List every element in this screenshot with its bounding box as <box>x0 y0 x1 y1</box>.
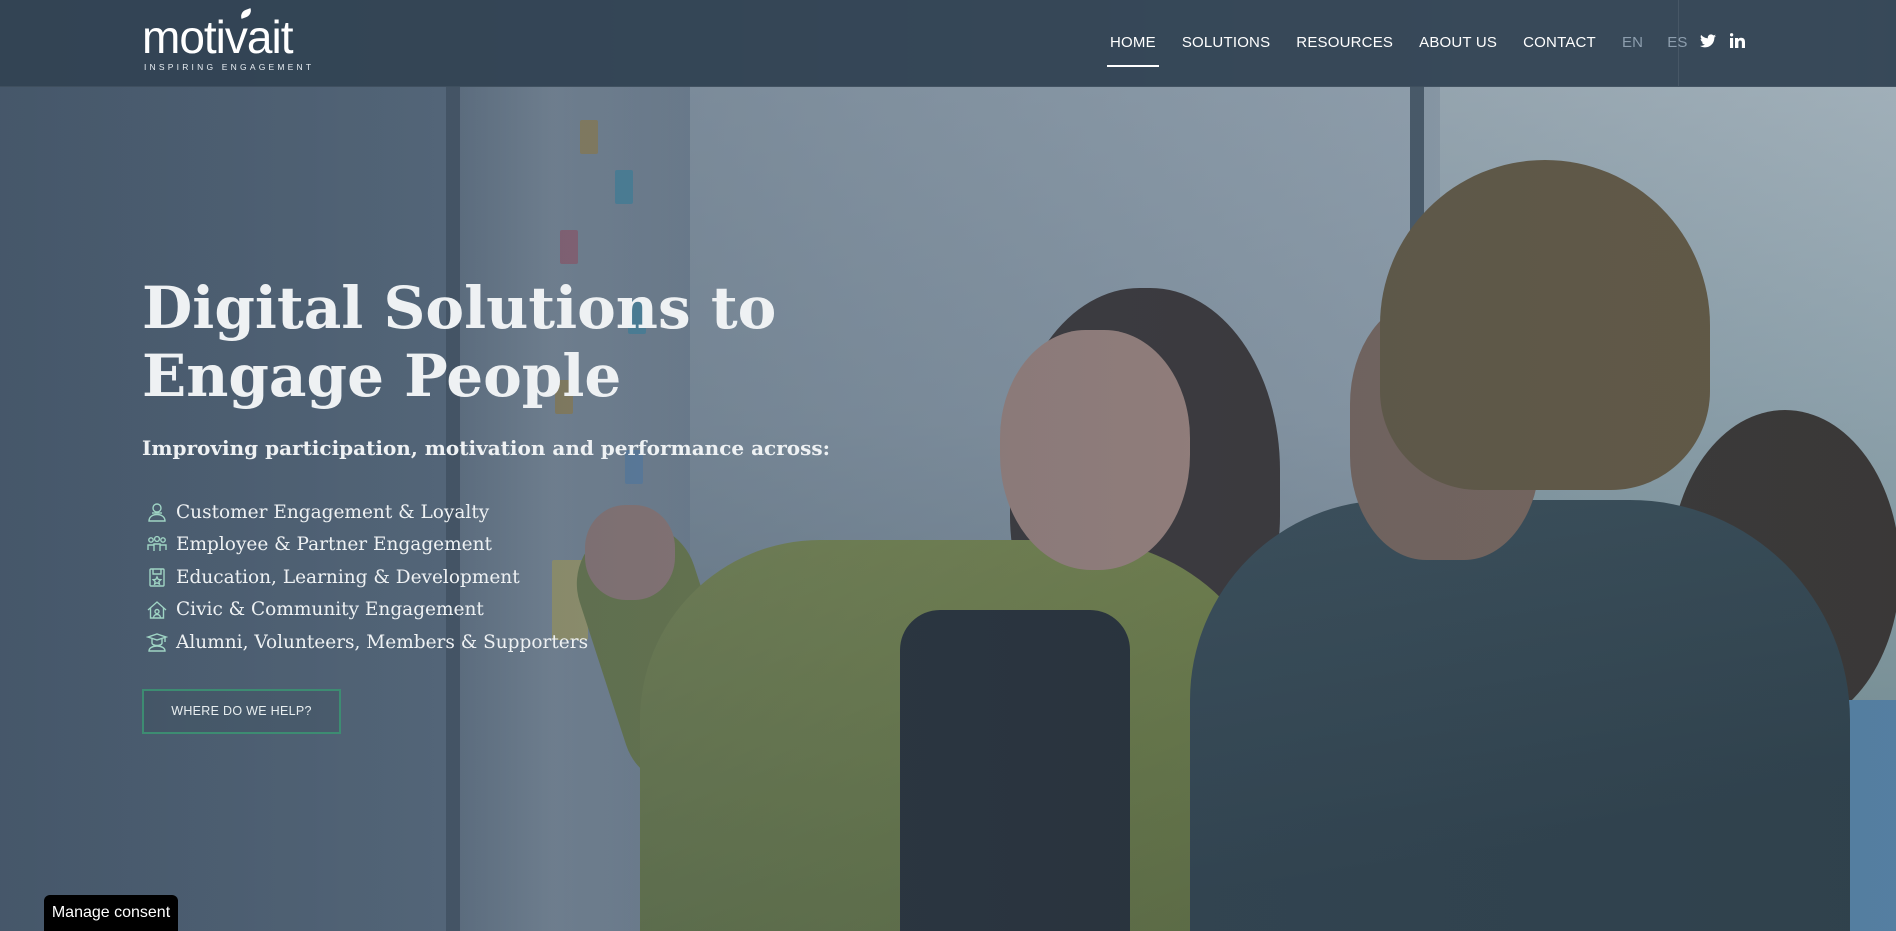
site-logo[interactable]: motivait INSPIRING ENGAGEMENT <box>142 8 332 74</box>
social-links <box>1700 0 1745 86</box>
logo-tagline: INSPIRING ENGAGEMENT <box>144 62 315 72</box>
twitter-icon[interactable] <box>1700 33 1716 53</box>
nav-solutions[interactable]: SOLUTIONS <box>1182 0 1270 86</box>
list-item-label: Customer Engagement & Loyalty <box>176 501 490 523</box>
where-do-we-help-button[interactable]: WHERE DO WE HELP? <box>142 689 341 734</box>
graduate-icon <box>145 631 169 653</box>
community-icon <box>146 599 168 621</box>
engagement-areas-list: Customer Engagement & Loyalty Employee &… <box>145 496 589 659</box>
customer-icon <box>146 501 168 523</box>
logo-wordmark: motivait <box>142 11 293 63</box>
team-icon <box>146 534 168 556</box>
nav-contact[interactable]: CONTACT <box>1523 0 1596 86</box>
hero-overlay <box>0 0 1896 931</box>
nav-resources[interactable]: RESOURCES <box>1296 0 1393 86</box>
manage-consent-button[interactable]: Manage consent <box>44 895 178 931</box>
list-item: Customer Engagement & Loyalty <box>146 496 588 529</box>
list-item: Civic & Community Engagement <box>146 594 588 627</box>
main-navigation: HOME SOLUTIONS RESOURCES ABOUT US CONTAC… <box>1107 0 1712 86</box>
linkedin-icon[interactable] <box>1729 33 1745 53</box>
hero-background-image <box>0 0 1896 931</box>
header-divider <box>1678 0 1679 86</box>
list-item-label: Civic & Community Engagement <box>176 599 484 621</box>
nav-home[interactable]: HOME <box>1107 0 1159 86</box>
nav-about-us[interactable]: ABOUT US <box>1419 0 1497 86</box>
hero-subtitle: Improving participation, motivation and … <box>142 436 830 460</box>
language-en[interactable]: EN <box>1622 0 1643 86</box>
list-item-label: Education, Learning & Development <box>176 566 520 588</box>
list-item: Education, Learning & Development <box>146 561 588 594</box>
list-item: Alumni, Volunteers, Members & Supporters <box>145 626 589 659</box>
list-item: Employee & Partner Engagement <box>146 529 588 562</box>
site-header: motivait INSPIRING ENGAGEMENT HOME SOLUT… <box>0 0 1896 87</box>
list-item-label: Employee & Partner Engagement <box>176 534 492 556</box>
education-icon <box>146 566 168 588</box>
list-item-label: Alumni, Volunteers, Members & Supporters <box>176 631 589 653</box>
hero-title: Digital Solutions to Engage People <box>142 274 777 410</box>
